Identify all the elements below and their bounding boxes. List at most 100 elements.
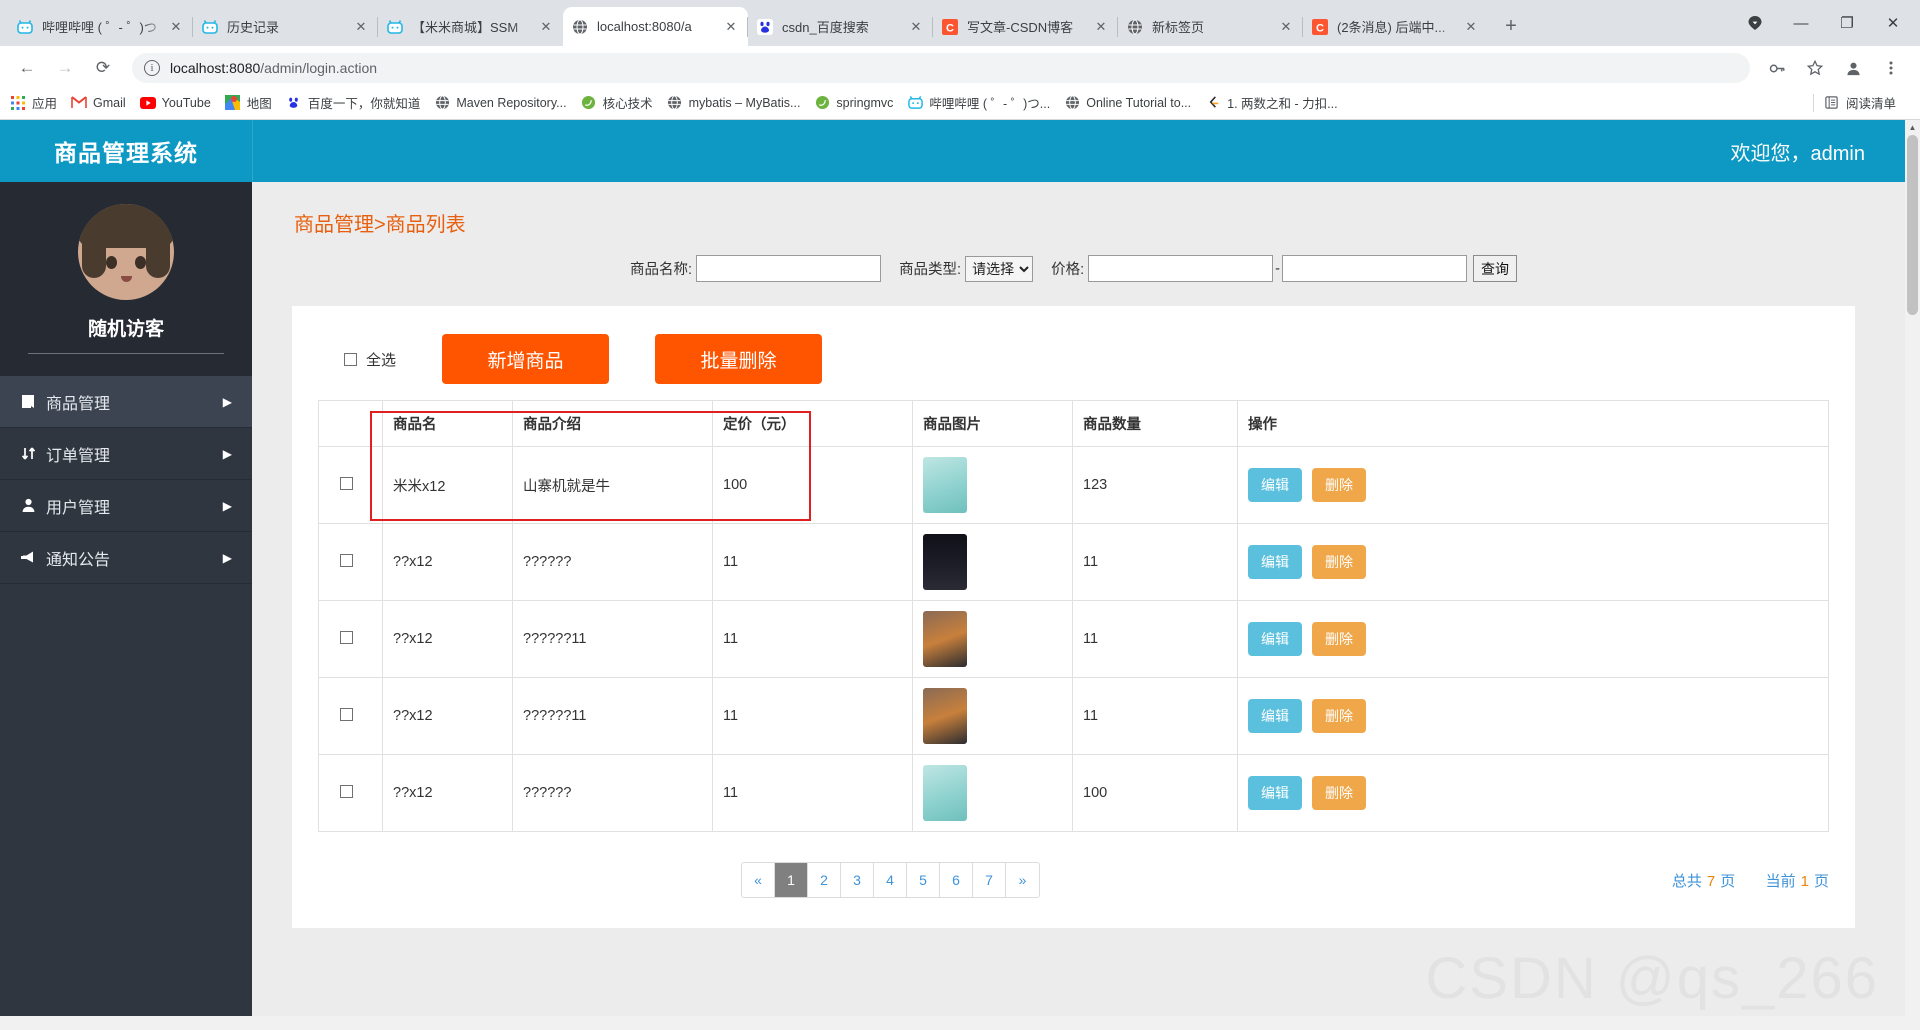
browser-tab[interactable]: C 写文章-CSDN博客 ✕ [933,7,1118,46]
sidebar-item-product-management[interactable]: 商品管理 ▶ [0,376,252,428]
row-checkbox[interactable] [340,785,353,798]
edit-button[interactable]: 编辑 [1248,699,1302,733]
edit-button[interactable]: 编辑 [1248,622,1302,656]
row-checkbox[interactable] [340,708,353,721]
pagination-bar: « 1 2 3 4 5 6 7 » 总共7页 [318,832,1829,898]
browser-tab[interactable]: 新标签页 ✕ [1118,7,1303,46]
back-button[interactable]: ← [10,51,44,85]
bookmark-item-baidu[interactable]: 百度一下，你就知道 [286,93,421,112]
bookmark-item-online-tutorial[interactable]: Online Tutorial to... [1064,95,1191,111]
bookmark-item-leetcode[interactable]: 1. 两数之和 - 力扣... [1205,93,1337,112]
key-icon[interactable] [1760,51,1794,85]
close-window-button[interactable]: ✕ [1870,0,1916,46]
bookmark-item-mybatis[interactable]: mybatis – MyBatis... [667,95,801,111]
batch-delete-button[interactable]: 批量删除 [655,334,822,384]
close-icon[interactable]: ✕ [1462,18,1480,36]
table-row[interactable]: ??x12 ?????? 11 11 编辑 删除 [319,524,1829,601]
close-icon[interactable]: ✕ [167,18,185,36]
reading-list-label: 阅读清单 [1846,93,1896,112]
bookmark-item-maps[interactable]: 地图 [225,93,272,112]
table-row[interactable]: ??x12 ??????11 11 11 编辑 删除 [319,601,1829,678]
edit-button[interactable]: 编辑 [1248,545,1302,579]
bookmark-item-core-tech[interactable]: 核心技术 [581,93,653,112]
bookmark-item-springmvc[interactable]: springmvc [814,95,893,111]
pagination-page-7[interactable]: 7 [973,863,1006,897]
close-icon[interactable]: ✕ [1277,18,1295,36]
site-info-icon[interactable]: i [144,60,160,76]
download-icon[interactable] [1732,0,1778,46]
reload-button[interactable]: ⟳ [86,51,120,85]
forward-button[interactable]: → [48,51,82,85]
bookmark-item-apps[interactable]: 应用 [10,93,57,112]
browser-tab[interactable]: C (2条消息) 后端中... ✕ [1303,7,1488,46]
delete-button[interactable]: 删除 [1312,622,1366,656]
page-scrollbar[interactable]: ▲ [1905,120,1920,1016]
pagination-page-5[interactable]: 5 [907,863,940,897]
select-all-checkbox[interactable] [344,353,357,366]
product-name-label: 商品名称: [630,258,692,279]
profile-divider [28,353,224,354]
web-page: 商品管理系统 欢迎您，admin 随机访客 [0,120,1905,1016]
close-icon[interactable]: ✕ [722,18,740,36]
product-panel: 全选 新增商品 批量删除 商品名 商品介绍 定价（元） [292,306,1855,928]
pagination-prev[interactable]: « [742,863,775,897]
pagination-page-4[interactable]: 4 [874,863,907,897]
delete-button[interactable]: 删除 [1312,776,1366,810]
table-row[interactable]: ??x12 ??????11 11 11 编辑 删除 [319,678,1829,755]
delete-button[interactable]: 删除 [1312,699,1366,733]
browser-tab[interactable]: csdn_百度搜索 ✕ [748,7,933,46]
pagination-next[interactable]: » [1006,863,1039,897]
edit-button[interactable]: 编辑 [1248,776,1302,810]
star-icon[interactable] [1798,51,1832,85]
scroll-up-arrow[interactable]: ▲ [1905,120,1920,135]
baidu-icon [286,95,302,111]
scrollbar-thumb[interactable] [1907,135,1918,315]
bookmark-item-youtube[interactable]: YouTube [140,95,211,111]
cell-product-price: 11 [713,524,913,601]
more-vertical-icon[interactable] [1874,51,1908,85]
product-type-select[interactable]: 请选择 [965,256,1033,282]
address-bar[interactable]: i localhost:8080/admin/login.action [132,53,1750,83]
browser-tab[interactable]: 哔哩哔哩 ( ゜- ゜)つ ✕ [8,7,193,46]
sidebar-item-order-management[interactable]: 订单管理 ▶ [0,428,252,480]
add-product-button[interactable]: 新增商品 [442,334,609,384]
table-row[interactable]: 米米x12 山寨机就是牛 100 123 编辑 删除 [319,447,1829,524]
csdn-icon: C [1311,18,1329,36]
bookmark-item-bilibili[interactable]: 哔哩哔哩 ( ゜- ゜)つ... [907,93,1050,112]
sidebar-item-notifications[interactable]: 通知公告 ▶ [0,532,252,584]
bookmark-item-gmail[interactable]: Gmail [71,95,126,111]
table-row[interactable]: ??x12 ?????? 11 100 编辑 删除 [319,755,1829,832]
edit-button[interactable]: 编辑 [1248,468,1302,502]
browser-tab-active[interactable]: localhost:8080/a ✕ [563,7,748,46]
cell-product-qty: 123 [1073,447,1238,524]
table-header-row: 商品名 商品介绍 定价（元） 商品图片 商品数量 操作 [319,401,1829,447]
profile-icon[interactable] [1836,51,1870,85]
delete-button[interactable]: 删除 [1312,545,1366,579]
reading-list-button[interactable]: 阅读清单 [1824,93,1896,112]
close-icon[interactable]: ✕ [1092,18,1110,36]
row-checkbox[interactable] [340,554,353,567]
close-icon[interactable]: ✕ [537,18,555,36]
sidebar-item-user-management[interactable]: 用户管理 ▶ [0,480,252,532]
price-max-input[interactable] [1282,255,1467,282]
browser-tab[interactable]: 历史记录 ✕ [193,7,378,46]
row-checkbox[interactable] [340,477,353,490]
minimize-button[interactable]: — [1778,0,1824,46]
new-tab-button[interactable]: + [1494,9,1528,43]
pagination-page-2[interactable]: 2 [808,863,841,897]
pagination-page-3[interactable]: 3 [841,863,874,897]
spring-icon [814,95,830,111]
bookmark-label: 核心技术 [603,93,653,112]
pagination-page-6[interactable]: 6 [940,863,973,897]
pagination-page-1[interactable]: 1 [775,863,808,897]
delete-button[interactable]: 删除 [1312,468,1366,502]
browser-tab[interactable]: 【米米商城】SSM ✕ [378,7,563,46]
row-checkbox[interactable] [340,631,353,644]
bookmark-item-maven[interactable]: Maven Repository... [434,95,566,111]
close-icon[interactable]: ✕ [907,18,925,36]
close-icon[interactable]: ✕ [352,18,370,36]
maximize-button[interactable]: ❐ [1824,0,1870,46]
query-button[interactable]: 查询 [1473,255,1517,282]
price-min-input[interactable] [1088,255,1273,282]
product-name-input[interactable] [696,255,881,282]
